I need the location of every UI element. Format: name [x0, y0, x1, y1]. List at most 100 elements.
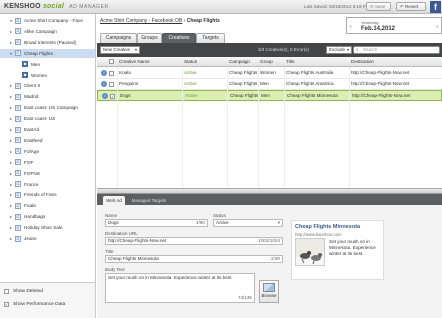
revert-button[interactable]: ↶ Revert — [396, 2, 426, 11]
campaign-icon: C — [15, 213, 21, 220]
sidebar-item-jeans[interactable]: ▸ C Jeans — [0, 234, 95, 243]
sidebar-item-eastad[interactable]: ▸ C EastAd — [0, 125, 95, 134]
status-value: Active — [216, 220, 229, 225]
title-field[interactable]: Cheap Flights Minnesota 2/30 — [105, 255, 283, 263]
row-checkbox[interactable]: ✓ — [110, 93, 115, 99]
expand-right-icon[interactable]: ▸ — [10, 147, 12, 156]
date-prev-icon[interactable]: ‹ — [350, 24, 352, 30]
table-row[interactable]: i ✓ Dogs Active Cheap Flights Men Cheap Flight… — [97, 90, 442, 101]
column-header-status[interactable]: Status — [184, 59, 197, 64]
show-performance-checkbox[interactable]: ✓ — [4, 302, 9, 307]
row-checkbox[interactable] — [109, 81, 114, 87]
expand-right-icon[interactable]: ▸ — [10, 234, 12, 243]
sidebar-item-eastfeed[interactable]: ▸ C Eastfeed — [0, 136, 95, 145]
editor-tabs: Web Ad Managed Targets — [97, 194, 442, 205]
tab-web-ad[interactable]: Web Ad — [103, 196, 125, 205]
tab-creatives[interactable]: Creatives — [162, 33, 196, 43]
sidebar-item-east-coast-us[interactable]: ▸ C East coast- US — [0, 114, 95, 123]
sidebar-item-friends-of-fans[interactable]: ▸ C Friends of Fans — [0, 190, 95, 199]
show-deleted-checkbox[interactable] — [4, 289, 9, 294]
body-char-count: 74/135 — [237, 295, 252, 300]
save-icon: ⟳ — [370, 4, 374, 9]
sidebar-item-acme-shirt-company-face[interactable]: ▾ C Acme Shirt Company - Face — [0, 16, 95, 25]
expand-down-icon[interactable]: ▾ — [10, 16, 12, 25]
expand-right-icon[interactable]: ▸ — [10, 136, 12, 145]
expand-right-icon[interactable]: ▸ — [10, 169, 12, 178]
expand-right-icon[interactable]: ▸ — [10, 212, 12, 221]
campaign-icon: C — [15, 82, 21, 89]
column-header-group[interactable]: Group — [260, 59, 273, 64]
sidebar-item-madrid[interactable]: ▸ C Madrid — [0, 92, 95, 101]
sidebar-item-fofns[interactable]: ▸ C FOFNS — [0, 169, 95, 178]
campaign-icon: C — [15, 137, 21, 144]
sidebar-item-france[interactable]: ▸ C France — [0, 180, 95, 189]
preview-title[interactable]: Cheap Flights Minnesota — [295, 224, 360, 230]
column-header-destination[interactable]: Destination — [351, 59, 374, 64]
sidebar-item-women[interactable]: ◆ Women — [0, 71, 95, 80]
table-row[interactable]: i Penguins Active Cheap Flights Men Cheap Fli… — [97, 79, 442, 90]
expand-right-icon[interactable]: ▸ — [10, 103, 12, 112]
save-button[interactable]: ⟳ Save — [366, 2, 391, 11]
table-row[interactable]: i Koala Active Cheap Flights Women Cheap Flig… — [97, 68, 442, 79]
expand-right-icon[interactable]: ▸ — [10, 81, 12, 90]
expand-right-icon[interactable]: ▸ — [10, 223, 12, 232]
sidebar-item-fuala[interactable]: ▸ C Fuala — [0, 201, 95, 210]
sidebar-item-client-x[interactable]: ▸ C Client X — [0, 81, 95, 90]
tab-groups[interactable]: Groups — [137, 33, 162, 43]
sidebar-item-label: Handbags — [24, 214, 46, 220]
breadcrumb-parent[interactable]: Acme Shirt Company - Facebook OB — [100, 18, 182, 24]
expand-right-icon[interactable]: ▸ — [10, 190, 12, 199]
expand-right-icon[interactable]: ▸ — [10, 125, 12, 134]
new-creative-dropdown[interactable]: New Creative ▾ — [100, 46, 140, 54]
destination-url-field[interactable]: http://Cheap-Flights-Now.net 1002/1024 — [105, 237, 283, 245]
tab-managed-targets[interactable]: Managed Targets — [127, 196, 171, 205]
date-next-icon[interactable]: › — [436, 24, 438, 30]
campaign-icon: C — [15, 181, 21, 187]
facebook-icon[interactable]: f — [430, 1, 441, 13]
select-all-checkbox[interactable] — [109, 59, 114, 64]
sidebar-item-fofage[interactable]: ▸ C FofAge — [0, 147, 95, 156]
column-header-campaign[interactable]: Campaign — [229, 59, 250, 64]
image-icon — [263, 283, 275, 292]
sidebar-item-holiday-shoe-sale[interactable]: ▸ C Holiday Shoe Sale — [0, 223, 95, 232]
search-input[interactable]: ⌕ Search — [353, 46, 440, 54]
product-name: AD MANAGER — [69, 4, 109, 10]
expand-right-icon[interactable]: ▸ — [10, 201, 12, 210]
new-creative-label: New Creative — [103, 47, 131, 52]
date-picker[interactable]: ‹ Yesterday Feb.14,2012 › — [346, 17, 442, 34]
column-header-name[interactable]: Creative Name — [119, 59, 150, 64]
expand-right-icon[interactable]: ▸ — [10, 92, 12, 101]
exclude-deleted-dropdown[interactable]: Exclude Deleted ▾ — [326, 46, 352, 58]
sidebar-item-cheap-flights[interactable]: ▾ C Cheap Flights — [0, 48, 95, 58]
main-panel: Acme Shirt Company - Facebook OB › Cheap… — [97, 14, 442, 318]
cell-title: Cheap Flights Minnesota — [287, 93, 338, 98]
body-text-field[interactable]: Set your mush on in Minnesota. Experienc… — [105, 273, 255, 303]
ad-preview: Cheap Flights Minnesota http://www.kansh… — [291, 220, 384, 280]
chevron-down-icon: ▾ — [346, 47, 349, 52]
tab-campaigns[interactable]: Campaigns — [100, 33, 137, 43]
sidebar-item-men[interactable]: ◆ Men — [0, 60, 95, 69]
expand-right-icon[interactable]: ▸ — [10, 180, 12, 189]
sidebar-item-fof[interactable]: ▸ C FOF — [0, 158, 95, 167]
status-label: Status — [213, 213, 226, 218]
tab-targets[interactable]: Targets — [196, 33, 225, 43]
expand-right-icon[interactable]: ▸ — [10, 158, 12, 167]
browse-image-button[interactable]: Browse — [259, 280, 279, 303]
title-char-count: 2/30 — [271, 256, 280, 261]
show-deleted-label: Show Deleted — [13, 289, 43, 294]
status-select[interactable]: Active ▾ — [213, 219, 283, 227]
row-checkbox[interactable] — [109, 70, 114, 76]
expand-down-icon[interactable]: ▾ — [10, 49, 12, 58]
name-field[interactable]: Dogs 4/80 — [105, 219, 208, 227]
sidebar-item-alike-campaign[interactable]: ▸ C Alike Campaign — [0, 27, 95, 36]
expand-right-icon[interactable]: ▸ — [10, 114, 12, 123]
sidebar-item-east-coast-us-campaign[interactable]: ▸ C East coast- US Campaign — [0, 103, 95, 112]
column-header-title[interactable]: Title — [286, 59, 295, 64]
preview-image — [295, 238, 325, 266]
sidebar-item-label: EastAd — [24, 127, 40, 132]
sidebar-item-label: France — [24, 181, 39, 187]
expand-right-icon[interactable]: ▸ — [10, 27, 12, 36]
sidebar-item-handbags[interactable]: ▸ C Handbags — [0, 212, 95, 221]
sidebar-item-broad-interests-paused[interactable]: ▸ C Broad Interests (Paused) — [0, 38, 95, 47]
expand-right-icon[interactable]: ▸ — [10, 38, 12, 47]
